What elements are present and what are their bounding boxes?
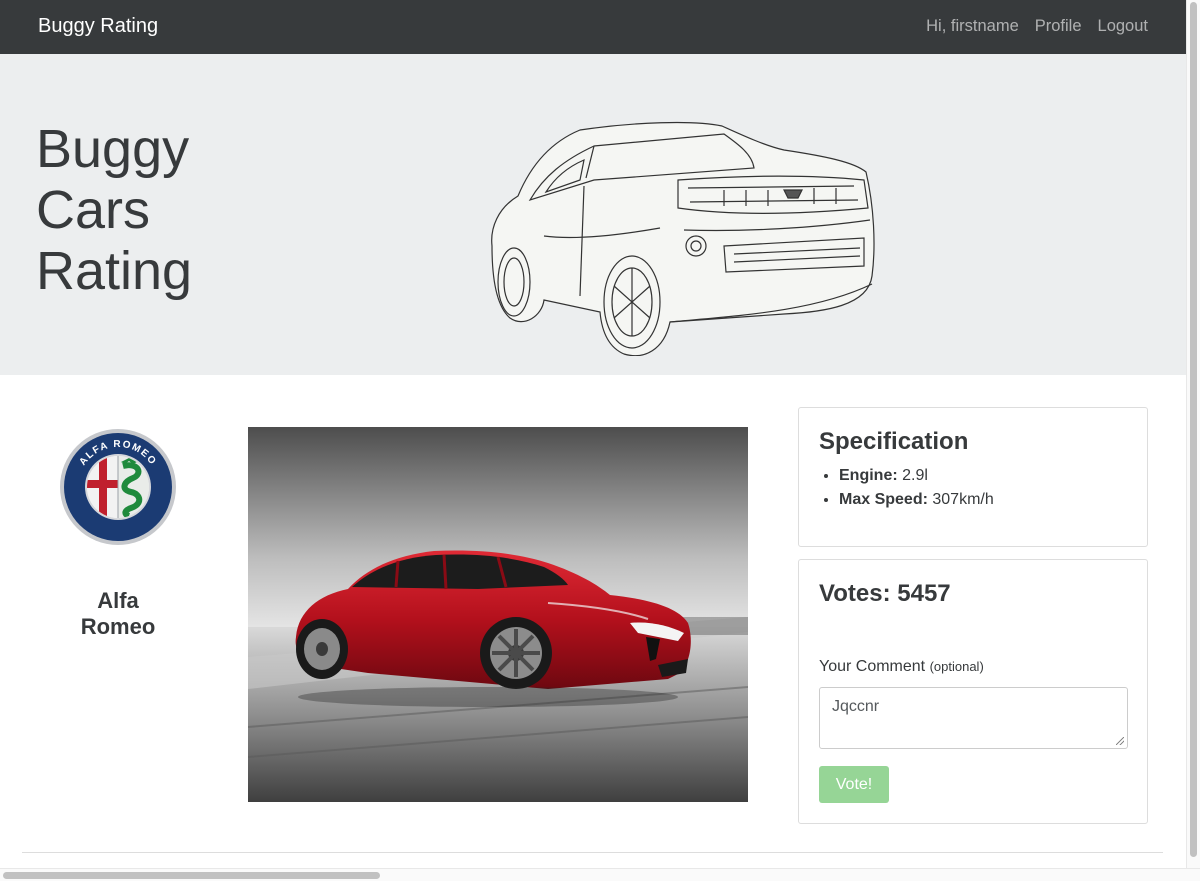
- top-navbar: Buggy Rating Hi, firstname Profile Logou…: [0, 0, 1186, 54]
- user-greeting[interactable]: Hi, firstname: [926, 17, 1019, 36]
- specification-card: Specification Engine: 2.9l Max Speed: 30…: [798, 407, 1148, 547]
- specification-list: Engine: 2.9l Max Speed: 307km/h: [839, 464, 994, 512]
- vertical-scrollbar[interactable]: [1186, 0, 1200, 868]
- comment-label-text: Your Comment: [819, 658, 926, 675]
- profile-link[interactable]: Profile: [1035, 17, 1082, 36]
- make-name: Alfa Romeo: [58, 588, 178, 640]
- content-divider: [22, 852, 1163, 853]
- comment-text: Jqccnr: [832, 698, 880, 715]
- spec-max-speed-label: Max Speed:: [839, 491, 928, 508]
- alfa-romeo-logo[interactable]: ALFA ROMEO: [59, 428, 177, 546]
- votes-label: Votes:: [819, 580, 891, 607]
- specification-title: Specification: [819, 428, 969, 455]
- hero-title-line-1: Buggy: [36, 119, 190, 179]
- comment-textarea[interactable]: Jqccnr: [819, 687, 1128, 749]
- car-photo: [248, 427, 748, 802]
- spec-engine-label: Engine:: [839, 467, 898, 484]
- logout-link[interactable]: Logout: [1098, 17, 1148, 36]
- make-name-line-2: Romeo: [80, 614, 156, 639]
- hero-title-line-2: Cars: [36, 180, 151, 240]
- votes-count: 5457: [897, 580, 951, 607]
- brand-link[interactable]: Buggy Rating: [38, 15, 158, 38]
- votes-heading: Votes: 5457: [819, 580, 951, 608]
- make-name-line-1: Alfa: [97, 588, 139, 613]
- hero-title: Buggy Cars Rating: [36, 119, 192, 302]
- car-sketch-illustration: [491, 121, 875, 356]
- vote-button[interactable]: Vote!: [819, 766, 889, 803]
- resize-handle-icon[interactable]: [1116, 737, 1124, 745]
- spec-engine: Engine: 2.9l: [839, 464, 994, 488]
- hero-title-line-3: Rating: [36, 241, 193, 301]
- horizontal-scrollbar[interactable]: [0, 868, 1200, 881]
- spec-engine-value: 2.9l: [902, 467, 928, 484]
- comment-optional-note: (optional): [929, 659, 984, 674]
- horizontal-scrollbar-thumb[interactable]: [3, 872, 380, 879]
- hero-banner: Buggy Cars Rating: [0, 54, 1186, 375]
- vote-card: Votes: 5457 Your Comment (optional) Jqcc…: [798, 559, 1148, 824]
- spec-max-speed-value: 307km/h: [932, 491, 994, 508]
- comment-label: Your Comment (optional): [819, 658, 984, 676]
- nav-links: Hi, firstname Profile Logout: [926, 17, 1148, 36]
- vertical-scrollbar-thumb[interactable]: [1190, 2, 1197, 857]
- spec-max-speed: Max Speed: 307km/h: [839, 488, 994, 512]
